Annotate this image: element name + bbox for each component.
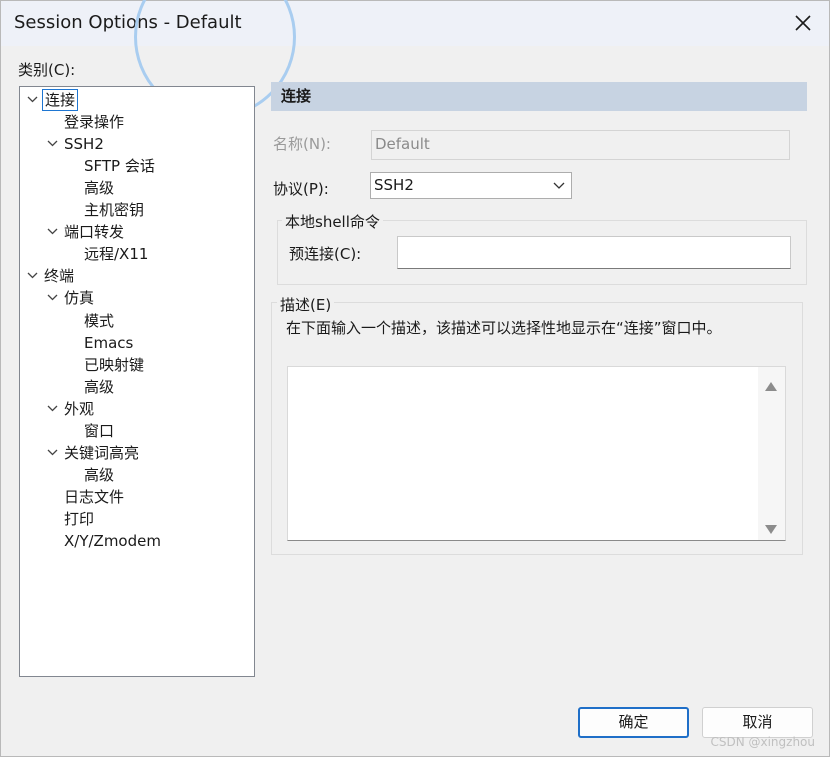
chevron-down-icon[interactable]: [44, 133, 62, 155]
tree-item[interactable]: Emacs: [64, 332, 135, 354]
tree-item-label: 连接: [42, 89, 79, 111]
tree-item[interactable]: 高级: [64, 464, 116, 486]
tree-item-label: 打印: [64, 509, 95, 528]
tree-item[interactable]: 终端: [24, 265, 76, 287]
name-field: Default: [371, 130, 790, 160]
tree-item-label: 端口转发: [64, 223, 125, 242]
tree-item-label: 仿真: [64, 289, 95, 308]
window-title: Session Options - Default: [14, 12, 242, 33]
chevron-down-icon[interactable]: [44, 442, 62, 464]
chevron-down-icon[interactable]: [44, 398, 62, 420]
chevron-down-icon[interactable]: [24, 265, 42, 287]
tree-item-label: 远程/X11: [84, 245, 149, 264]
panel-header: 连接: [271, 82, 807, 111]
tree-item[interactable]: 打印: [44, 508, 96, 530]
protocol-value: SSH2: [374, 176, 414, 194]
tree-item-label: 已映射键: [84, 355, 145, 374]
tree-item[interactable]: SSH2: [44, 133, 106, 155]
preconnect-input[interactable]: [397, 236, 791, 269]
tree-item-label: 高级: [84, 179, 115, 198]
category-label: 类别(C):: [18, 61, 76, 79]
tree-item-label: 外观: [64, 399, 95, 418]
tree-item[interactable]: 登录操作: [44, 111, 126, 133]
tree-item[interactable]: 关键词高亮: [44, 442, 141, 464]
close-icon[interactable]: [791, 11, 815, 35]
tree-item-label: 关键词高亮: [64, 443, 140, 462]
tree-item-label: 高级: [84, 377, 115, 396]
tree-item-label: Emacs: [84, 333, 134, 352]
name-label: 名称(N):: [273, 135, 331, 153]
tree-item-label: SFTP 会话: [84, 157, 155, 176]
watermark: CSDN @xingzhou: [710, 735, 815, 749]
tree-item-label: 终端: [44, 267, 75, 286]
tree-item-label: 日志文件: [64, 487, 125, 506]
chevron-down-icon: [553, 182, 565, 189]
description-textarea[interactable]: [287, 366, 786, 541]
tree-item[interactable]: 模式: [64, 310, 116, 332]
tree-item[interactable]: 仿真: [44, 287, 96, 309]
tree-item[interactable]: 已映射键: [64, 354, 146, 376]
chevron-down-icon[interactable]: [24, 89, 42, 111]
tree-item-label: 主机密钥: [84, 201, 145, 220]
tree-item[interactable]: SFTP 会话: [64, 155, 157, 177]
protocol-label: 协议(P):: [273, 180, 329, 198]
tree-item[interactable]: 窗口: [64, 420, 116, 442]
preconnect-label: 预连接(C):: [289, 245, 362, 263]
tree-item[interactable]: 主机密钥: [64, 199, 146, 221]
protocol-select[interactable]: SSH2: [370, 172, 572, 199]
tree-item-label: X/Y/Zmodem: [64, 532, 161, 550]
title-bar: Session Options - Default: [1, 1, 829, 46]
scroll-down-arrow-icon[interactable]: [765, 521, 777, 534]
tree-item-label: SSH2: [64, 135, 104, 154]
description-scrollbar[interactable]: [758, 367, 785, 540]
tree-item[interactable]: 高级: [64, 177, 116, 199]
chevron-down-icon[interactable]: [44, 221, 62, 243]
tree-item[interactable]: 连接: [24, 89, 79, 111]
tree-item-label: 高级: [84, 465, 115, 484]
tree-item[interactable]: 高级: [64, 376, 116, 398]
scroll-up-arrow-icon[interactable]: [765, 377, 777, 391]
shell-group-title: 本地shell命令: [282, 211, 383, 232]
tree-item[interactable]: 日志文件: [44, 486, 126, 508]
tree-item[interactable]: X/Y/Zmodem: [44, 530, 163, 552]
tree-item-label: 窗口: [84, 421, 115, 440]
tree-item-label: 模式: [84, 311, 115, 330]
tree-item-label: 登录操作: [64, 113, 125, 132]
tree-item[interactable]: 远程/X11: [64, 243, 150, 265]
session-options-dialog: Session Options - Default 类别(C): 连接登录操作 S…: [0, 0, 830, 757]
ok-button[interactable]: 确定: [578, 707, 689, 738]
description-hint: 在下面输入一个描述，该描述可以选择性地显示在“连接”窗口中。: [286, 319, 722, 337]
description-group-title: 描述(E): [277, 294, 335, 315]
chevron-down-icon[interactable]: [44, 287, 62, 309]
cancel-button[interactable]: 取消: [702, 707, 813, 738]
tree-item[interactable]: 端口转发: [44, 221, 126, 243]
tree-item[interactable]: 外观: [44, 398, 96, 420]
category-tree[interactable]: 连接 登录操作 SSH2 SFTP 会话 高级 主机密钥 端口转发 远程/X11 终端 仿真 模式 E…: [19, 86, 255, 677]
